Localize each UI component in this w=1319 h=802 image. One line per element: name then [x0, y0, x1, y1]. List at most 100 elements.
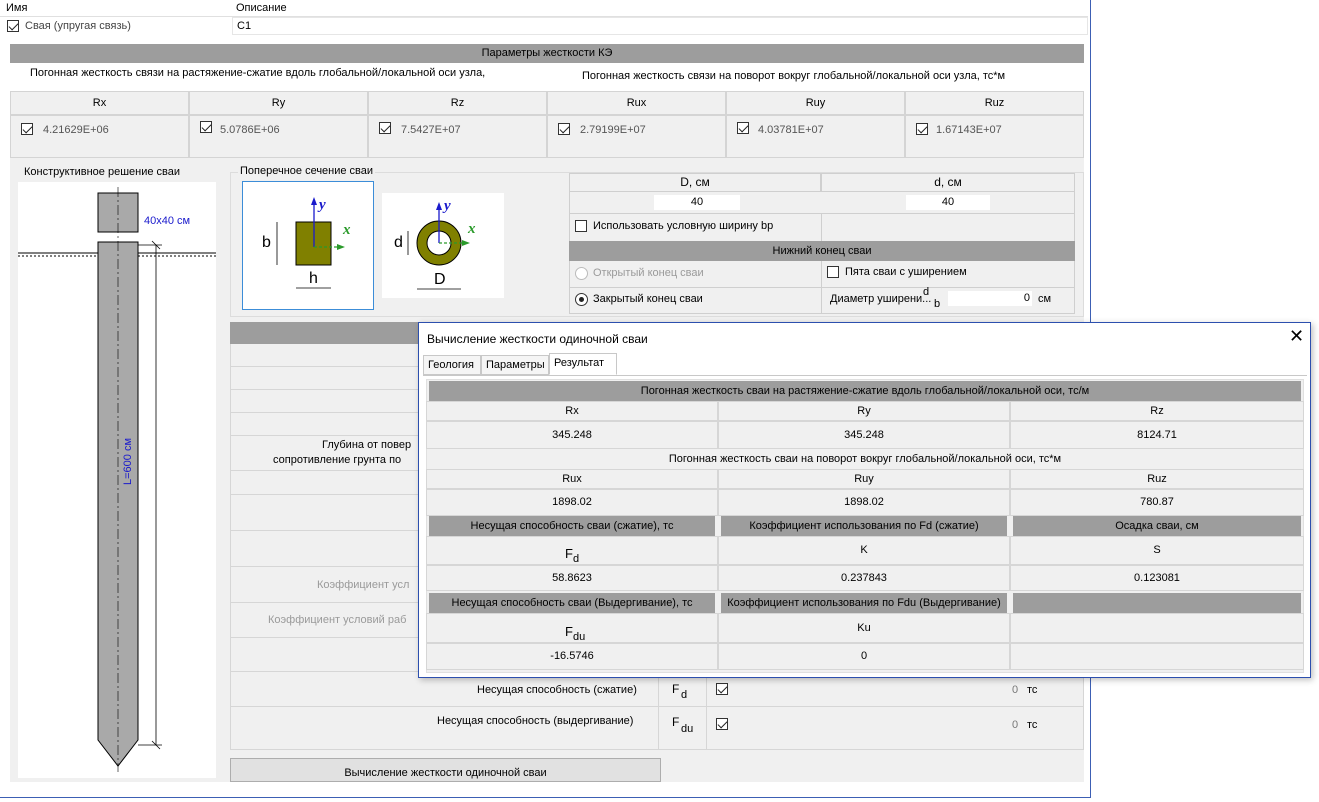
- y-arrow: [311, 197, 317, 205]
- coef-label-1: Коэффициент усл: [317, 579, 410, 591]
- pile-section-size: 40x40 см: [144, 215, 191, 227]
- ry-value: 5.0786E+06: [220, 124, 280, 136]
- diam-unit: см: [1038, 293, 1052, 305]
- widened-label: Пята сваи с уширением: [845, 266, 967, 278]
- bearing-pull-label: Несущая способность (выдергивание): [437, 715, 634, 727]
- h-label: h: [309, 270, 318, 287]
- col-ry-cell: 5.0786E+06: [189, 115, 368, 158]
- D-header: D, см: [569, 173, 821, 192]
- linear-label-box: Погонная жесткость связи на растяжение-с…: [10, 63, 547, 91]
- linear-label: Погонная жесткость связи на растяжение-с…: [30, 67, 486, 79]
- element-checkbox[interactable]: [7, 20, 19, 32]
- closed-end-radio[interactable]: [575, 293, 588, 306]
- tab-result[interactable]: Результат: [549, 353, 617, 375]
- fdu-sym-cell: F du: [426, 613, 718, 643]
- rux-value: 2.79199E+07: [580, 124, 646, 136]
- fd-symbol-sub: d: [681, 689, 688, 701]
- ku-result: 0: [718, 643, 1010, 670]
- fdu-checkbox[interactable]: [716, 718, 728, 730]
- s-sym: S: [1010, 536, 1304, 565]
- rot-header: Погонная жесткость сваи на поворот вокру…: [668, 453, 1062, 465]
- rz-head: Rz: [1010, 401, 1304, 421]
- close-icon[interactable]: ✕: [1289, 326, 1304, 347]
- dialog-title: Вычисление жесткости одиночной сваи: [427, 332, 648, 346]
- lower-end-header: Нижний конец сваи: [569, 241, 1075, 261]
- d-label: d: [394, 234, 403, 251]
- rux-checkbox[interactable]: [558, 123, 570, 135]
- col-ry-header: Ry: [189, 91, 368, 115]
- y-label: y: [319, 197, 326, 213]
- empty-result: [1010, 643, 1304, 670]
- ruy-value: 4.03781E+07: [758, 124, 824, 136]
- s-header: Осадка сваи, см: [1013, 516, 1301, 536]
- description-header: Описание: [236, 2, 287, 14]
- x-arrow: [337, 244, 345, 250]
- db-symbol-sub: b: [934, 298, 941, 310]
- fdu-sym-sub: du: [573, 631, 586, 643]
- ruy-checkbox[interactable]: [737, 122, 749, 134]
- b-label: b: [262, 234, 271, 251]
- ry-checkbox[interactable]: [200, 121, 212, 133]
- diam-input[interactable]: 0: [948, 291, 1032, 306]
- tab-strip-line: [423, 375, 1307, 376]
- depth-label-2: сопротивление грунта по: [273, 454, 402, 466]
- k-sym: K: [718, 536, 1010, 565]
- calc-stiffness-button[interactable]: Вычисление жесткости одиночной сваи: [230, 758, 661, 782]
- ring-section-option[interactable]: d D y x: [382, 193, 504, 298]
- k-result: 0.237843: [718, 565, 1010, 591]
- ruz-value: 1.67143E+07: [936, 124, 1002, 136]
- ring-x-label: x: [468, 221, 476, 237]
- diam-label: Диаметр уширени...: [830, 293, 932, 305]
- col-rx-header: Rx: [10, 91, 189, 115]
- col-ruy-header: Ruy: [726, 91, 905, 115]
- col-ruz-header: Ruz: [905, 91, 1084, 115]
- pile-drawing: [18, 187, 216, 772]
- square-section-option[interactable]: b h y x: [242, 181, 374, 310]
- fdu-symbol: F: [672, 715, 680, 729]
- fdu-unit: тс: [1027, 719, 1038, 731]
- rx-checkbox[interactable]: [21, 123, 33, 135]
- open-end-radio[interactable]: [575, 267, 588, 280]
- fdu-symbol-sub: du: [681, 723, 694, 735]
- tab-params[interactable]: Параметры: [481, 355, 549, 375]
- ry-result: 345.248: [718, 421, 1010, 449]
- empty-sym: [1010, 613, 1304, 643]
- fd-sym-sub: d: [573, 553, 580, 565]
- stiffness-title: Параметры жесткости КЭ: [10, 44, 1084, 63]
- description-input[interactable]: С1: [232, 17, 1088, 35]
- rx-value: 4.21629E+06: [43, 124, 109, 136]
- lin-header: Погонная жесткость сваи на растяжение-сж…: [429, 381, 1301, 401]
- fdu-value: 0: [1012, 719, 1019, 731]
- ring-x-arrow: [462, 240, 470, 246]
- widened-checkbox[interactable]: [827, 266, 839, 278]
- element-name: Свая (упругая связь): [25, 20, 131, 32]
- db-symbol: d: [923, 286, 930, 298]
- ring-y-label: y: [444, 198, 451, 214]
- tab-geology[interactable]: Геология: [423, 355, 481, 375]
- rz-checkbox[interactable]: [379, 122, 391, 134]
- pile-length: L=600 см: [122, 437, 134, 485]
- use-bp-checkbox[interactable]: [575, 220, 587, 232]
- rot-label: Погонная жесткость связи на поворот вокр…: [582, 70, 1006, 82]
- col-rux-header: Rux: [547, 91, 726, 115]
- fd-sym-cell: F d: [426, 536, 718, 565]
- col-ruz-cell: 1.67143E+07: [905, 115, 1084, 158]
- ruz-checkbox[interactable]: [916, 123, 928, 135]
- section-title: Поперечное сечение сваи: [238, 165, 376, 177]
- col-line: [658, 671, 659, 750]
- divider: [569, 287, 1075, 288]
- x-label: x: [343, 222, 351, 238]
- fdu-header: Несущая способность сваи (Выдергивание),…: [429, 593, 715, 613]
- col-line: [706, 671, 707, 750]
- fd-sym: F: [565, 546, 573, 561]
- rux-result: 1898.02: [426, 489, 718, 516]
- col-rux-cell: 2.79199E+07: [547, 115, 726, 158]
- fd-checkbox[interactable]: [716, 683, 728, 695]
- fd-symbol: F: [672, 682, 680, 696]
- fd-value: 0: [1012, 684, 1019, 696]
- empty-header: [1013, 593, 1301, 613]
- stiffness-dialog: Вычисление жесткости одиночной сваи ✕ Ге…: [418, 322, 1311, 678]
- D-input[interactable]: 40: [654, 195, 740, 210]
- d-input[interactable]: 40: [906, 195, 990, 210]
- pile-title: Конструктивное решение сваи: [24, 166, 181, 178]
